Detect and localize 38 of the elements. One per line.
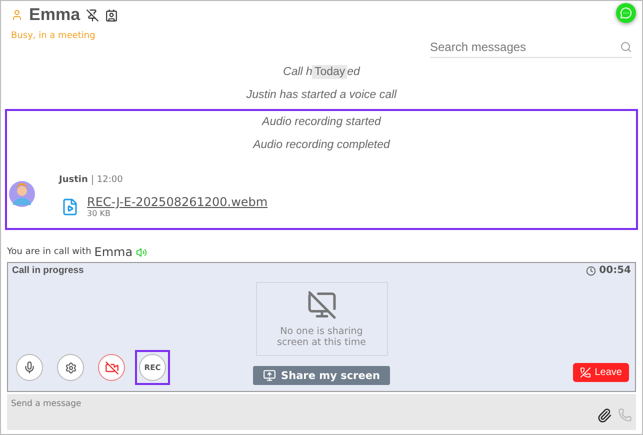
hang-up-icon [580, 367, 591, 378]
screen-off-icon [306, 290, 336, 320]
person-icon [11, 9, 23, 21]
unpin-icon[interactable] [86, 8, 100, 22]
file-size: 30 KB [87, 209, 112, 218]
settings-icon [64, 362, 76, 374]
camera-off-icon [104, 360, 118, 374]
contact-status: Busy, in a meeting [11, 31, 96, 41]
attach-icon[interactable] [597, 408, 612, 423]
share-screen-button[interactable]: Share my screen [253, 366, 390, 385]
date-badge: Today [312, 65, 348, 79]
system-message: Call h Today ed [282, 64, 362, 81]
message-time: 12:00 [92, 175, 123, 185]
call-timer: 00:54 [586, 265, 631, 276]
contact-card-icon[interactable] [105, 8, 118, 22]
monitor-icon [263, 369, 276, 382]
system-message: Audio recording started [260, 115, 382, 130]
camera-button[interactable] [98, 354, 125, 381]
message-field[interactable]: Send a message [11, 399, 311, 409]
contact-name: Emma [29, 5, 80, 25]
call-title: Call in progress [12, 265, 85, 276]
microphone-icon [23, 361, 36, 374]
system-message: Audio recording completed [252, 138, 392, 153]
system-message: Justin has started a voice call [245, 88, 398, 103]
file-link[interactable]: REC-J-E-202508261200.webm [87, 195, 268, 209]
clock-icon [586, 266, 596, 276]
mic-button[interactable] [16, 354, 43, 381]
leave-button[interactable]: Leave [572, 363, 629, 382]
chat-icon [620, 7, 632, 19]
speaker-icon [136, 246, 147, 258]
sender-name: Justin 12:00 [59, 175, 124, 185]
call-contact-name: Emma [94, 245, 133, 259]
search-icon[interactable] [620, 41, 632, 53]
settings-button[interactable] [57, 354, 84, 381]
call-banner-text: You are in call with [7, 247, 92, 257]
video-file-icon [61, 198, 79, 216]
share-note: No one is sharing screen at this time [276, 326, 367, 348]
avatar-icon [9, 181, 35, 207]
